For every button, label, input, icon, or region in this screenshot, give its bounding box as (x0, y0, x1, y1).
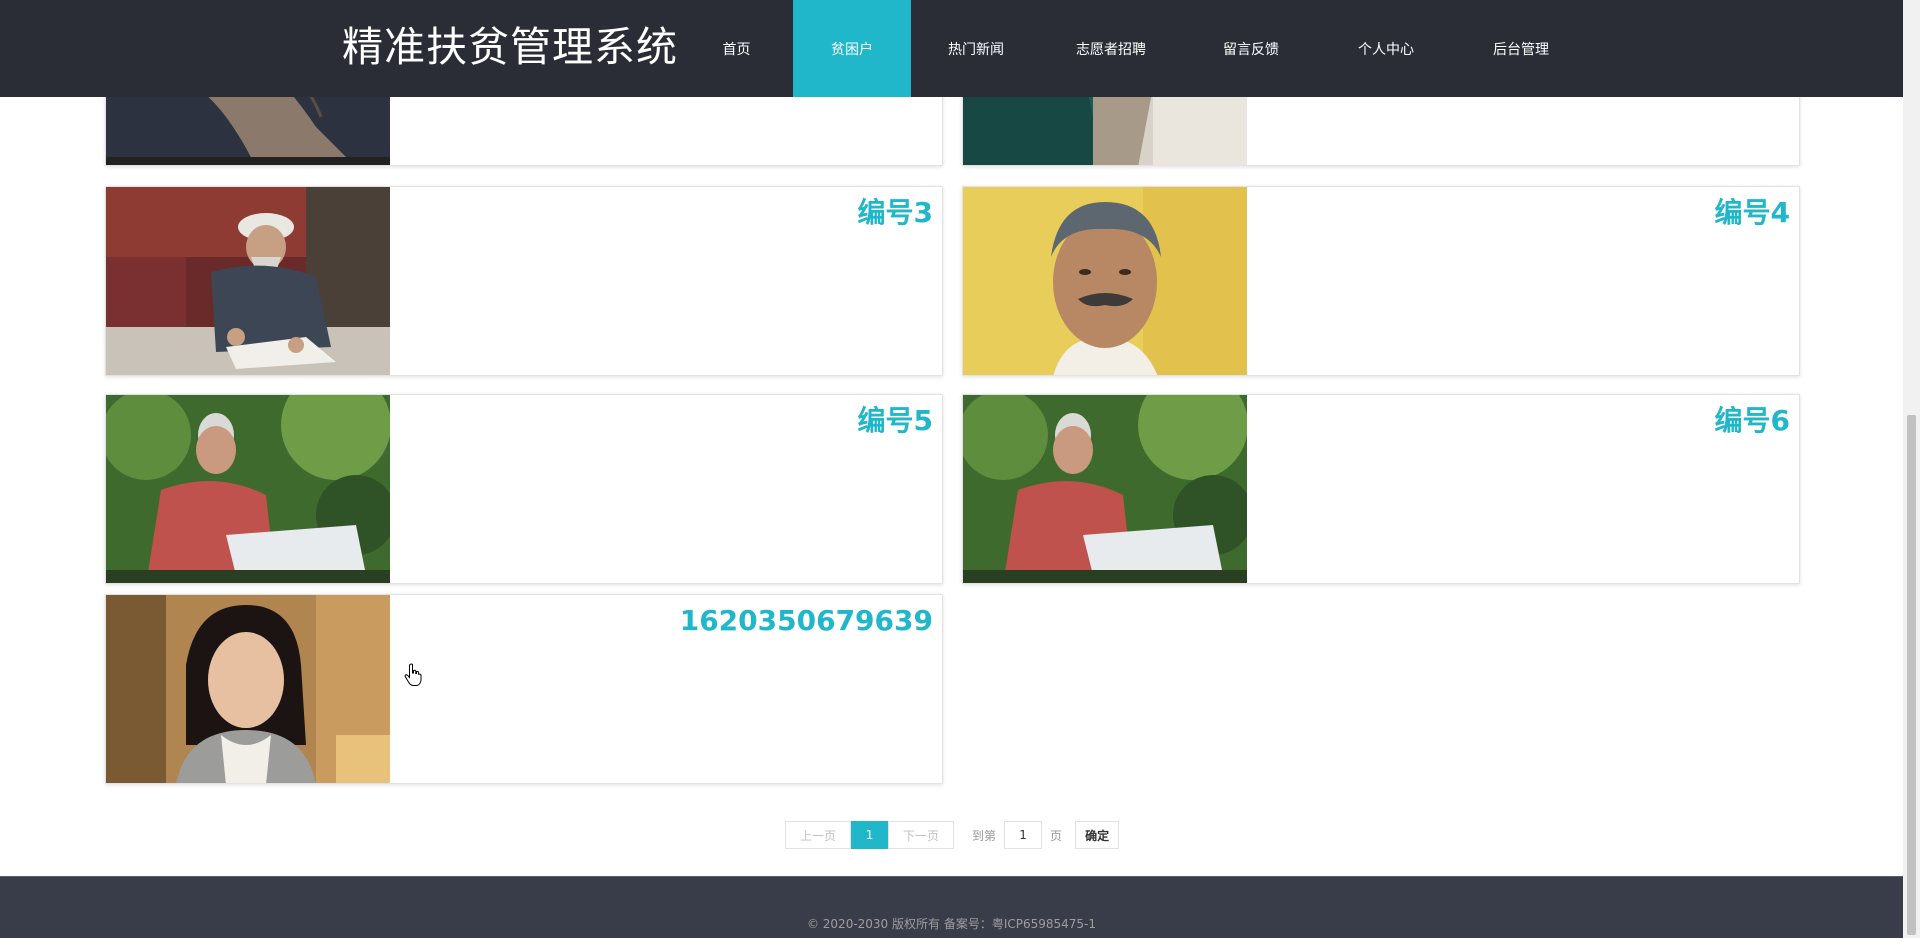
household-card[interactable]: 编号6 (962, 394, 1800, 584)
nav-admin[interactable]: 后台管理 (1451, 0, 1591, 97)
household-id: 编号3 (857, 196, 933, 229)
scrollbar-thumb[interactable] (1907, 415, 1916, 935)
nav-home[interactable]: 首页 (680, 0, 793, 97)
household-card[interactable]: 编号5 (105, 394, 943, 584)
household-id: 编号6 (1714, 404, 1790, 437)
nav-volunteer-recruitment[interactable]: 志愿者招聘 (1041, 0, 1181, 97)
goto-confirm-button[interactable]: 确定 (1075, 821, 1120, 849)
household-photo (106, 395, 390, 583)
nav-profile[interactable]: 个人中心 (1321, 0, 1451, 97)
copyright-text: © 2020-2030 版权所有 备案号：粤ICP65985475-1 (806, 917, 1097, 931)
goto-page-input[interactable] (1004, 821, 1043, 849)
household-id: 编号5 (857, 404, 933, 437)
main-nav: 首页 贫困户 热门新闻 志愿者招聘 留言反馈 个人中心 后台管理 (680, 0, 1591, 97)
goto-suffix-label: 页 (1050, 828, 1063, 843)
household-card[interactable]: 1620350679639 (105, 594, 943, 784)
household-id: 编号4 (1714, 196, 1790, 229)
footer: © 2020-2030 版权所有 备案号：粤ICP65985475-1 (0, 876, 1903, 938)
poor-household-list: 编号3 编号4 编号5 编号6 1620350679639 (0, 0, 1903, 938)
page-1-button[interactable]: 1 (851, 821, 889, 849)
household-card[interactable]: 编号3 (105, 186, 943, 376)
household-photo (106, 595, 390, 783)
nav-poor-households[interactable]: 贫困户 (793, 0, 911, 97)
household-card[interactable]: 编号4 (962, 186, 1800, 376)
household-photo (106, 187, 390, 375)
next-page-button[interactable]: 下一页 (888, 821, 955, 849)
nav-hot-news[interactable]: 热门新闻 (911, 0, 1041, 97)
goto-prefix-label: 到第 (972, 828, 997, 843)
household-photo (963, 395, 1247, 583)
hand-cursor-icon (404, 663, 422, 686)
household-photo (963, 187, 1247, 375)
page-scrollbar[interactable] (1903, 0, 1920, 938)
nav-feedback[interactable]: 留言反馈 (1181, 0, 1321, 97)
household-id: 1620350679639 (679, 604, 933, 637)
prev-page-button[interactable]: 上一页 (785, 821, 852, 849)
top-navbar: 精准扶贫管理系统 首页 贫困户 热门新闻 志愿者招聘 留言反馈 个人中心 后台管… (0, 0, 1903, 97)
site-title[interactable]: 精准扶贫管理系统 (342, 22, 678, 72)
pagination: 上一页 1 下一页 到第 页 确定 (785, 821, 1120, 849)
